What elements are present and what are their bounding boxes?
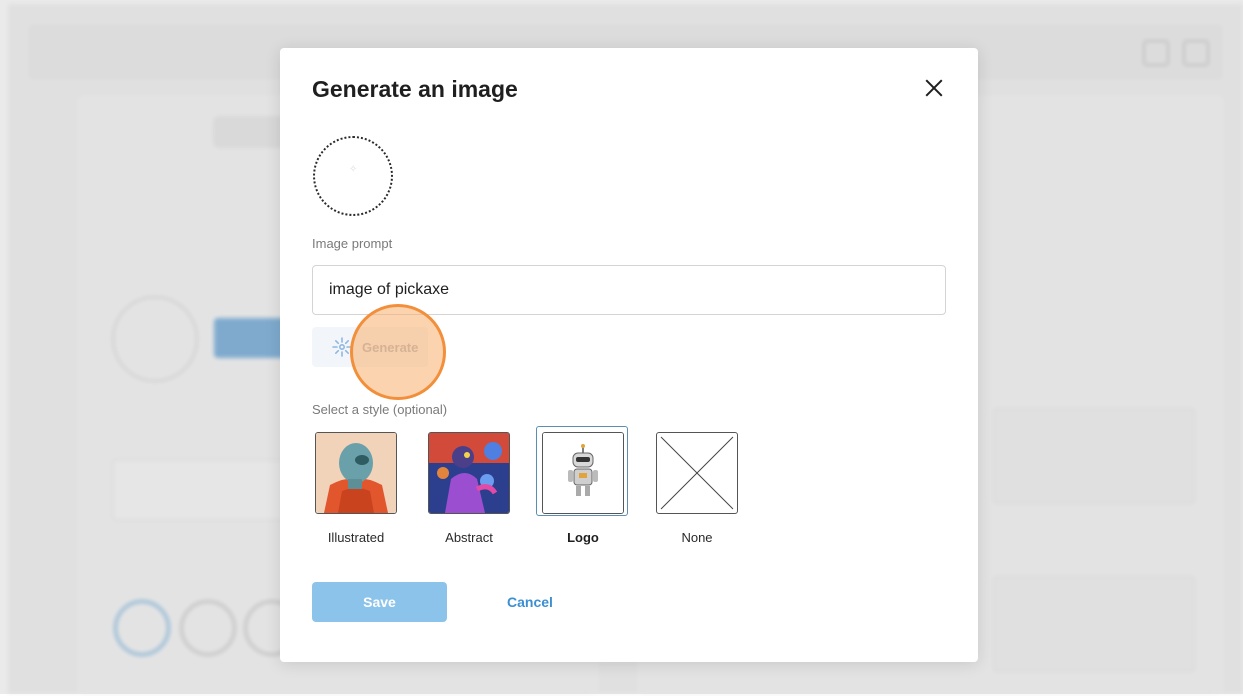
style-option-illustrated[interactable]: Illustrated (315, 432, 397, 545)
generate-button[interactable]: Generate (312, 327, 428, 367)
style-option-none[interactable]: None (656, 432, 738, 545)
cross-icon (660, 436, 734, 510)
style-option-abstract[interactable]: Abstract (428, 432, 510, 545)
close-icon[interactable] (920, 74, 948, 102)
image-prompt-label: Image prompt (312, 236, 393, 251)
none-thumbnail (656, 432, 738, 514)
robot-icon (543, 433, 623, 513)
abstract-thumbnail (428, 432, 510, 514)
style-caption: None (681, 530, 713, 545)
image-prompt-input[interactable] (312, 265, 946, 315)
style-caption: Illustrated (327, 530, 385, 545)
sparkle-icon (332, 337, 352, 357)
preview-placeholder-icon: ✧ (349, 164, 358, 175)
save-button[interactable]: Save (312, 582, 447, 622)
illustrated-thumbnail (315, 432, 397, 514)
modal-title: Generate an image (312, 76, 518, 102)
style-caption: Abstract (445, 530, 493, 545)
cancel-button[interactable]: Cancel (485, 582, 575, 622)
generate-image-modal: Generate an image ✧ Image prompt Generat… (280, 48, 978, 662)
style-option-logo[interactable]: Logo (536, 426, 628, 545)
logo-thumbnail (542, 432, 624, 514)
style-caption: Logo (567, 530, 599, 545)
image-preview: ✧ (313, 136, 393, 216)
generate-label: Generate (362, 339, 419, 355)
style-label: Select a style (optional) (312, 402, 448, 417)
